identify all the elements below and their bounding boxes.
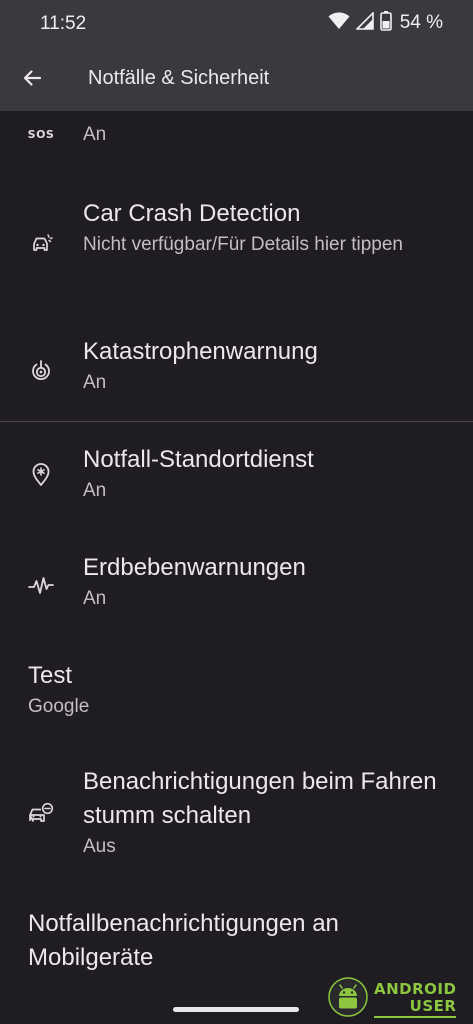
item-summary: Nicht verfügbar/Für Details hier tippen xyxy=(83,234,403,255)
list-item-test[interactable]: Test Google xyxy=(0,653,473,747)
settings-list[interactable]: SOS Notfall-SOS An Car Crash Detection N… xyxy=(0,111,473,1024)
gesture-navigation-handle[interactable] xyxy=(173,1007,299,1012)
list-item-car-crash-detection[interactable]: Car Crash Detection Nicht verfügbar/Für … xyxy=(0,187,473,301)
sos-icon: SOS xyxy=(27,127,55,141)
status-bar: 11:52 54 % xyxy=(0,0,473,48)
android-robot-icon xyxy=(328,977,368,1021)
item-title: Katastrophenwarnung xyxy=(83,338,318,365)
car-crash-icon xyxy=(28,231,54,257)
item-title: Erdbebenwarnungen xyxy=(83,554,306,581)
android-user-watermark: ANDROID USER xyxy=(328,977,468,1021)
list-item-disaster-alert[interactable]: Katastrophenwarnung An xyxy=(0,327,473,421)
item-title: Test xyxy=(28,662,73,689)
list-item-emergency-sos[interactable]: SOS Notfall-SOS An xyxy=(0,111,473,165)
list-item-emergency-location-service[interactable]: Notfall-Standortdienst An xyxy=(0,437,473,531)
list-item-driving-mute-notifications[interactable]: Benachrichtigungen beim Fahren stumm sch… xyxy=(0,761,473,881)
status-time: 11:52 xyxy=(40,13,87,34)
cell-signal-icon xyxy=(354,11,374,34)
wifi-icon xyxy=(328,12,350,34)
driving-mute-icon xyxy=(28,801,54,827)
earthquake-icon xyxy=(28,573,54,599)
app-bar: Notfälle & Sicherheit xyxy=(0,48,473,111)
item-summary: An xyxy=(83,372,107,393)
item-title: Benachrichtigungen beim Fahren stumm sch… xyxy=(83,768,437,829)
item-summary: An xyxy=(83,480,107,501)
item-summary: An xyxy=(83,124,107,145)
back-button[interactable] xyxy=(12,60,52,100)
status-icons: 54 % xyxy=(328,11,443,35)
list-item-earthquake-alerts[interactable]: Erdbebenwarnungen An xyxy=(0,545,473,639)
item-title: Notfall-SOS xyxy=(83,111,453,121)
item-title: Car Crash Detection xyxy=(83,200,301,227)
item-summary: Aus xyxy=(83,836,116,857)
arrow-back-icon xyxy=(22,68,42,92)
item-title: Notfallbenachrichtigungen an Mobilgeräte xyxy=(28,910,339,971)
emergency-location-icon xyxy=(28,461,54,487)
disaster-alert-icon xyxy=(28,357,54,383)
item-summary: Google xyxy=(28,696,90,717)
battery-percentage: 54 % xyxy=(399,12,443,33)
battery-icon xyxy=(379,11,392,35)
page-title: Notfälle & Sicherheit xyxy=(88,67,270,89)
watermark-text: ANDROID USER xyxy=(374,980,457,1018)
item-summary: An xyxy=(83,588,107,609)
section-divider xyxy=(0,421,473,422)
item-title: Notfall-Standortdienst xyxy=(83,446,314,473)
